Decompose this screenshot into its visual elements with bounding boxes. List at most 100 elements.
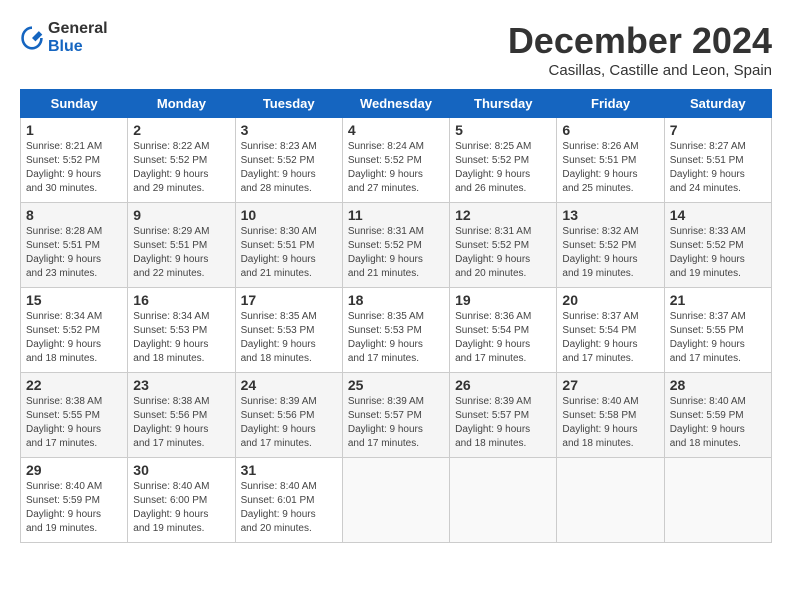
calendar-day-cell (557, 458, 664, 543)
logo-text: General Blue (48, 20, 108, 56)
calendar-day-cell: 28 Sunrise: 8:40 AM Sunset: 5:59 PM Dayli… (664, 373, 771, 458)
calendar-day-cell: 17 Sunrise: 8:35 AM Sunset: 5:53 PM Dayli… (235, 288, 342, 373)
day-number: 14 (670, 207, 766, 223)
calendar-day-cell: 24Sunrise: 8:39 AM Sunset: 5:56 PM Dayli… (235, 373, 342, 458)
day-number: 25 (348, 377, 444, 393)
calendar-table: SundayMondayTuesdayWednesdayThursdayFrid… (20, 89, 772, 543)
day-number: 7 (670, 122, 766, 138)
day-info: Sunrise: 8:35 AM Sunset: 5:53 PM Dayligh… (241, 310, 337, 366)
general-blue-logo-icon (20, 26, 44, 50)
day-info: Sunrise: 8:40 AM Sunset: 5:59 PM Dayligh… (26, 480, 122, 536)
day-info: Sunrise: 8:32 AM Sunset: 5:52 PM Dayligh… (562, 225, 658, 281)
calendar-day-cell: 23 Sunrise: 8:38 AM Sunset: 5:56 PM Dayli… (128, 373, 235, 458)
day-number: 10 (241, 207, 337, 223)
day-number: 18 (348, 292, 444, 308)
calendar-day-cell: 7 Sunrise: 8:27 AM Sunset: 5:51 PM Daylig… (664, 118, 771, 203)
day-number: 4 (348, 122, 444, 138)
calendar-week-row: 22 Sunrise: 8:38 AM Sunset: 5:55 PM Dayli… (21, 373, 772, 458)
calendar-day-cell: 29 Sunrise: 8:40 AM Sunset: 5:59 PM Dayli… (21, 458, 128, 543)
calendar-week-row: 8 Sunrise: 8:28 AM Sunset: 5:51 PM Daylig… (21, 203, 772, 288)
day-number: 5 (455, 122, 551, 138)
calendar-day-cell: 4Sunrise: 8:24 AM Sunset: 5:52 PM Daylig… (342, 118, 449, 203)
day-info: Sunrise: 8:39 AM Sunset: 5:56 PM Dayligh… (241, 395, 337, 451)
calendar-day-cell (664, 458, 771, 543)
calendar-day-cell: 2Sunrise: 8:22 AM Sunset: 5:52 PM Daylig… (128, 118, 235, 203)
day-number: 28 (670, 377, 766, 393)
weekday-header: Friday (557, 90, 664, 118)
calendar-day-cell: 25 Sunrise: 8:39 AM Sunset: 5:57 PM Dayli… (342, 373, 449, 458)
day-number: 30 (133, 462, 229, 478)
day-number: 13 (562, 207, 658, 223)
day-info: Sunrise: 8:35 AM Sunset: 5:53 PM Dayligh… (348, 310, 444, 366)
day-info: Sunrise: 8:37 AM Sunset: 5:54 PM Dayligh… (562, 310, 658, 366)
location-title: Casillas, Castille and Leon, Spain (508, 62, 772, 79)
calendar-day-cell: 12 Sunrise: 8:31 AM Sunset: 5:52 PM Dayli… (450, 203, 557, 288)
day-number: 11 (348, 207, 444, 223)
calendar-header-row: SundayMondayTuesdayWednesdayThursdayFrid… (21, 90, 772, 118)
day-info: Sunrise: 8:23 AM Sunset: 5:52 PM Dayligh… (241, 140, 337, 196)
calendar-day-cell: 20 Sunrise: 8:37 AM Sunset: 5:54 PM Dayli… (557, 288, 664, 373)
calendar-day-cell: 9 Sunrise: 8:29 AM Sunset: 5:51 PM Daylig… (128, 203, 235, 288)
day-number: 23 (133, 377, 229, 393)
day-info: Sunrise: 8:39 AM Sunset: 5:57 PM Dayligh… (455, 395, 551, 451)
day-number: 19 (455, 292, 551, 308)
weekday-header: Monday (128, 90, 235, 118)
calendar-day-cell: 1 Sunrise: 8:21 AM Sunset: 5:52 PM Daylig… (21, 118, 128, 203)
day-number: 8 (26, 207, 122, 223)
day-number: 26 (455, 377, 551, 393)
day-info: Sunrise: 8:21 AM Sunset: 5:52 PM Dayligh… (26, 140, 122, 196)
calendar-day-cell: 21 Sunrise: 8:37 AM Sunset: 5:55 PM Dayli… (664, 288, 771, 373)
day-number: 3 (241, 122, 337, 138)
weekday-header: Thursday (450, 90, 557, 118)
day-number: 21 (670, 292, 766, 308)
calendar-day-cell: 11 Sunrise: 8:31 AM Sunset: 5:52 PM Dayli… (342, 203, 449, 288)
weekday-header: Wednesday (342, 90, 449, 118)
calendar-day-cell: 27Sunrise: 8:40 AM Sunset: 5:58 PM Dayli… (557, 373, 664, 458)
calendar-day-cell: 13 Sunrise: 8:32 AM Sunset: 5:52 PM Dayli… (557, 203, 664, 288)
day-info: Sunrise: 8:40 AM Sunset: 6:01 PM Dayligh… (241, 480, 337, 536)
calendar-day-cell: 5 Sunrise: 8:25 AM Sunset: 5:52 PM Daylig… (450, 118, 557, 203)
day-info: Sunrise: 8:26 AM Sunset: 5:51 PM Dayligh… (562, 140, 658, 196)
day-info: Sunrise: 8:40 AM Sunset: 5:59 PM Dayligh… (670, 395, 766, 451)
calendar-day-cell: 8 Sunrise: 8:28 AM Sunset: 5:51 PM Daylig… (21, 203, 128, 288)
day-number: 1 (26, 122, 122, 138)
day-number: 9 (133, 207, 229, 223)
day-number: 12 (455, 207, 551, 223)
calendar-day-cell (342, 458, 449, 543)
day-info: Sunrise: 8:31 AM Sunset: 5:52 PM Dayligh… (348, 225, 444, 281)
day-info: Sunrise: 8:39 AM Sunset: 5:57 PM Dayligh… (348, 395, 444, 451)
day-info: Sunrise: 8:37 AM Sunset: 5:55 PM Dayligh… (670, 310, 766, 366)
day-info: Sunrise: 8:36 AM Sunset: 5:54 PM Dayligh… (455, 310, 551, 366)
day-info: Sunrise: 8:38 AM Sunset: 5:55 PM Dayligh… (26, 395, 122, 451)
calendar-day-cell: 6 Sunrise: 8:26 AM Sunset: 5:51 PM Daylig… (557, 118, 664, 203)
day-info: Sunrise: 8:33 AM Sunset: 5:52 PM Dayligh… (670, 225, 766, 281)
calendar-day-cell (450, 458, 557, 543)
day-info: Sunrise: 8:28 AM Sunset: 5:51 PM Dayligh… (26, 225, 122, 281)
day-number: 22 (26, 377, 122, 393)
day-info: Sunrise: 8:34 AM Sunset: 5:52 PM Dayligh… (26, 310, 122, 366)
day-number: 16 (133, 292, 229, 308)
day-info: Sunrise: 8:27 AM Sunset: 5:51 PM Dayligh… (670, 140, 766, 196)
month-title: December 2024 (508, 20, 772, 62)
day-number: 29 (26, 462, 122, 478)
day-info: Sunrise: 8:38 AM Sunset: 5:56 PM Dayligh… (133, 395, 229, 451)
day-info: Sunrise: 8:31 AM Sunset: 5:52 PM Dayligh… (455, 225, 551, 281)
calendar-day-cell: 30Sunrise: 8:40 AM Sunset: 6:00 PM Dayli… (128, 458, 235, 543)
day-number: 6 (562, 122, 658, 138)
day-info: Sunrise: 8:29 AM Sunset: 5:51 PM Dayligh… (133, 225, 229, 281)
calendar-day-cell: 26 Sunrise: 8:39 AM Sunset: 5:57 PM Dayli… (450, 373, 557, 458)
day-number: 17 (241, 292, 337, 308)
day-info: Sunrise: 8:30 AM Sunset: 5:51 PM Dayligh… (241, 225, 337, 281)
day-number: 2 (133, 122, 229, 138)
logo: General Blue (20, 20, 108, 56)
calendar-day-cell: 19 Sunrise: 8:36 AM Sunset: 5:54 PM Dayli… (450, 288, 557, 373)
header: General Blue December 2024 Casillas, Cas… (20, 20, 772, 79)
day-number: 15 (26, 292, 122, 308)
day-number: 31 (241, 462, 337, 478)
day-number: 20 (562, 292, 658, 308)
day-info: Sunrise: 8:25 AM Sunset: 5:52 PM Dayligh… (455, 140, 551, 196)
day-number: 27 (562, 377, 658, 393)
calendar-day-cell: 14 Sunrise: 8:33 AM Sunset: 5:52 PM Dayli… (664, 203, 771, 288)
calendar-day-cell: 16Sunrise: 8:34 AM Sunset: 5:53 PM Dayli… (128, 288, 235, 373)
calendar-week-row: 15 Sunrise: 8:34 AM Sunset: 5:52 PM Dayli… (21, 288, 772, 373)
